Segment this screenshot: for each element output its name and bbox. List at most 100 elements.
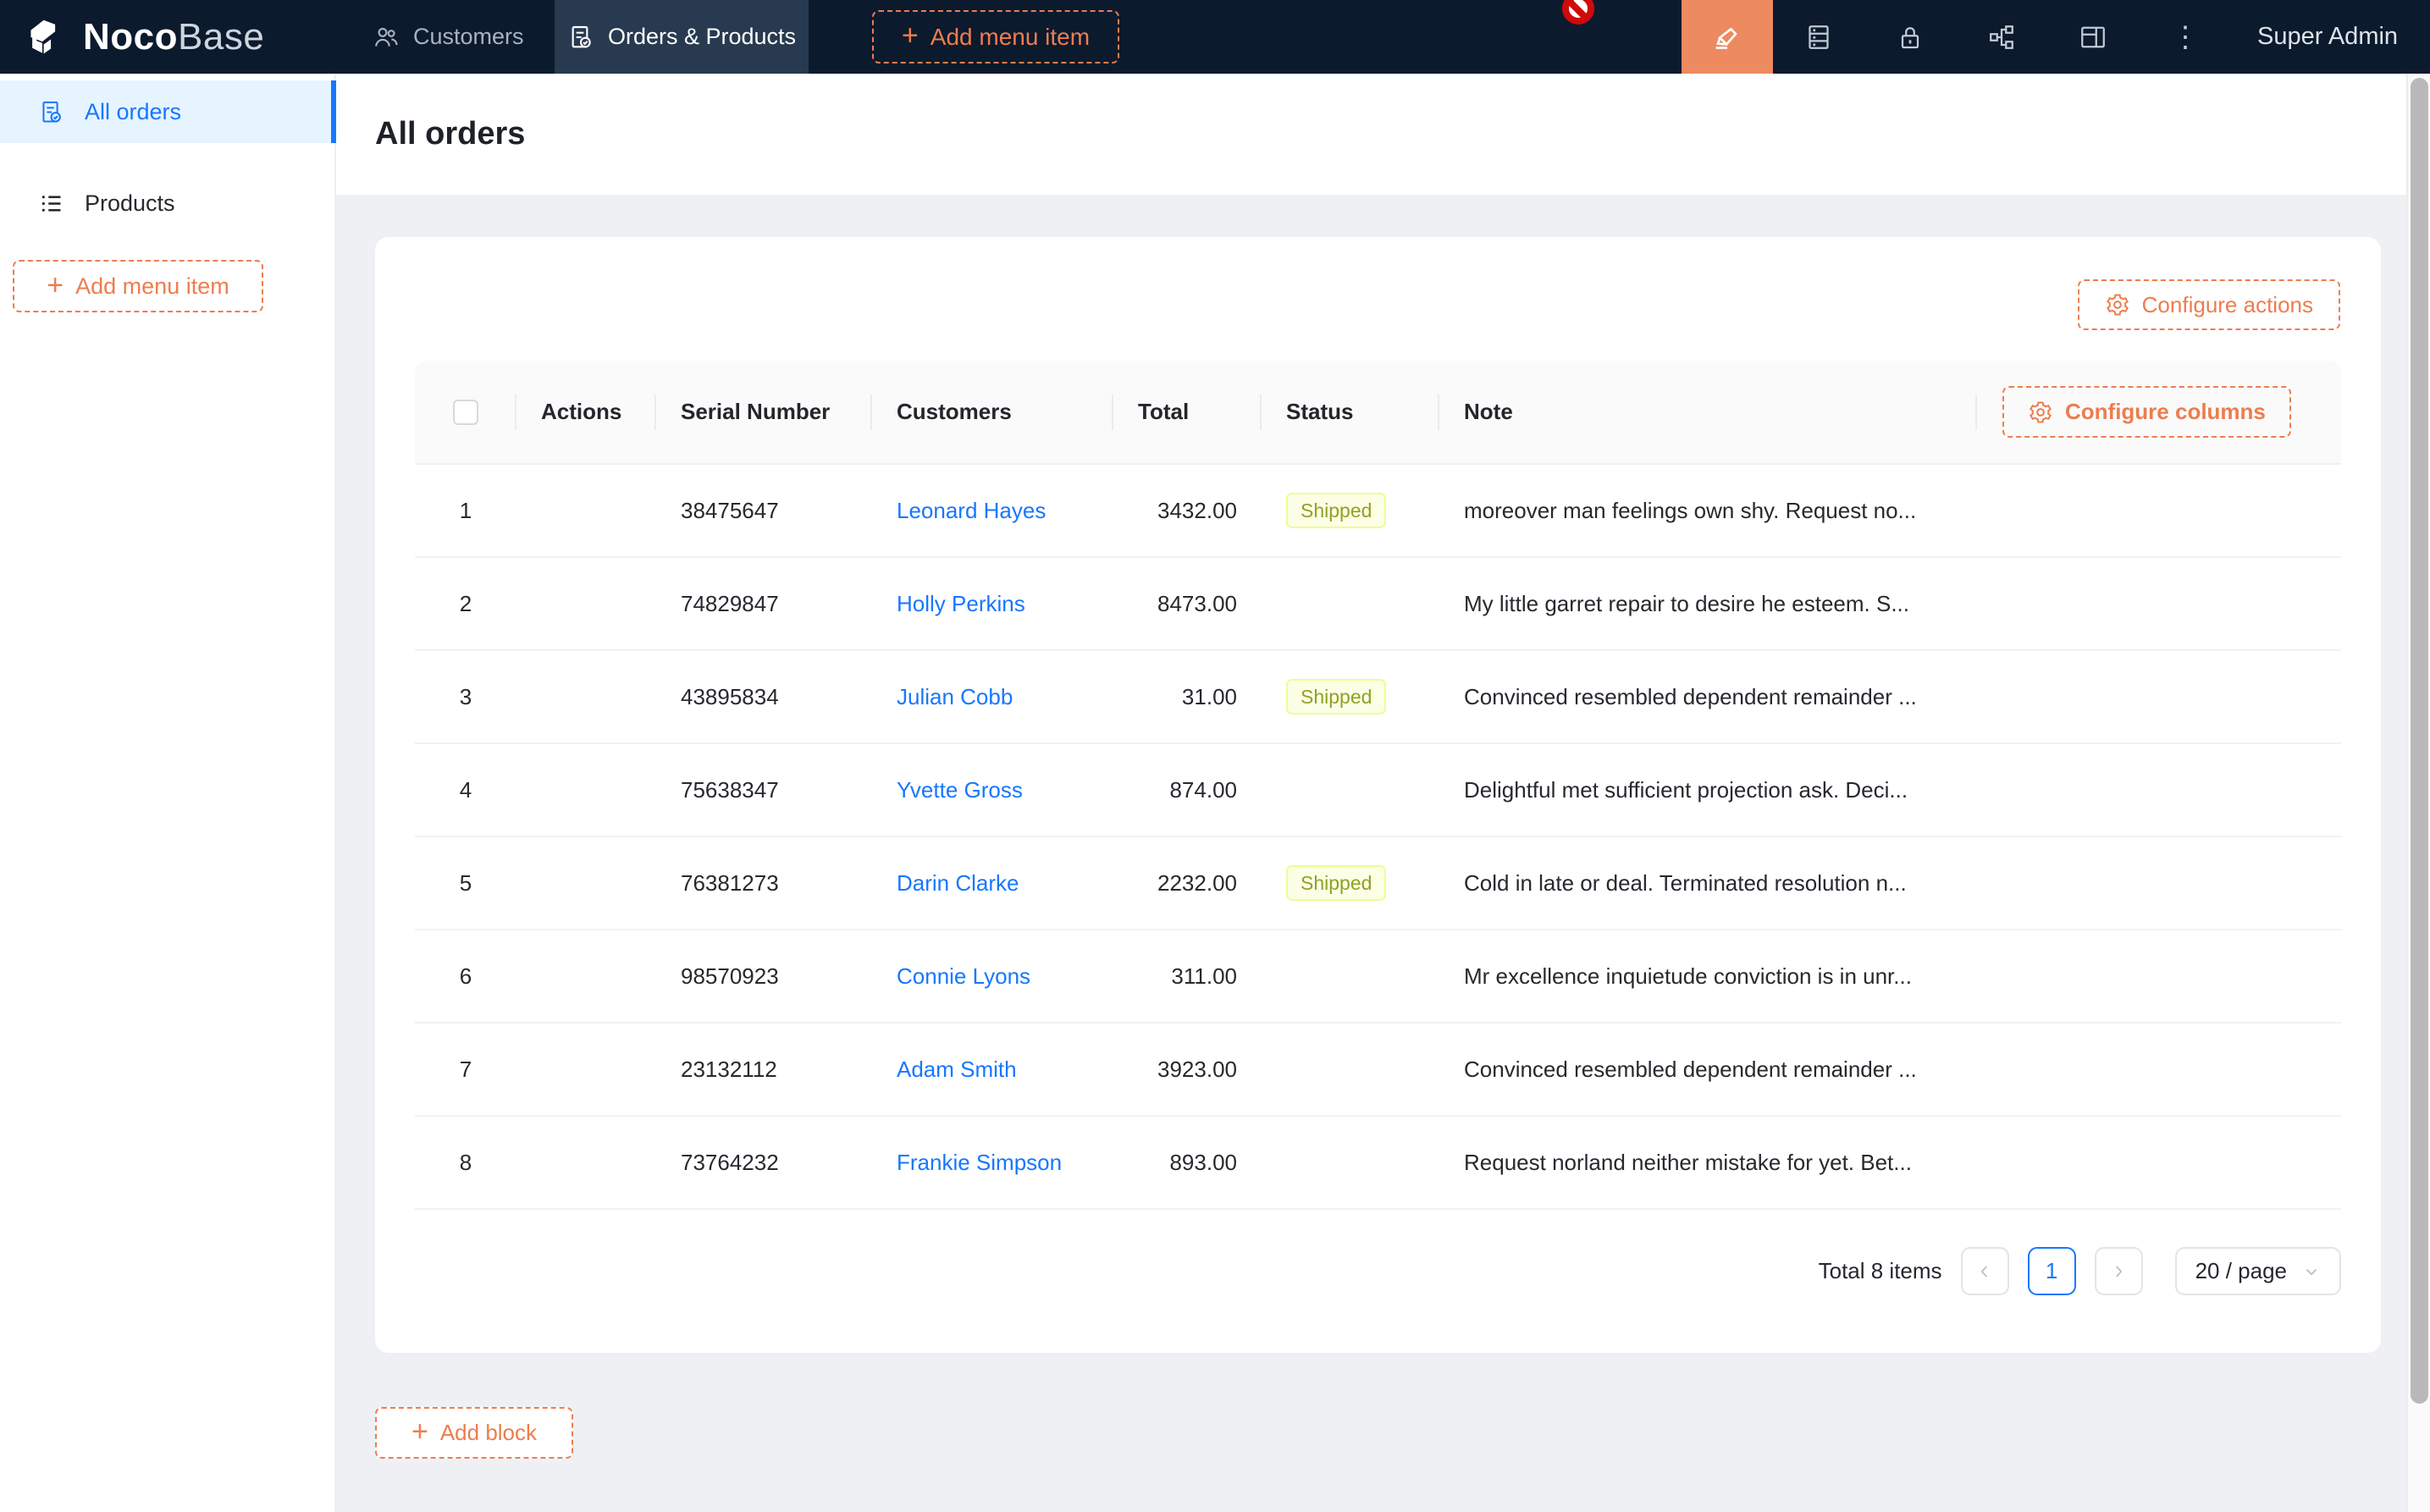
header-cell-status: Status bbox=[1262, 361, 1439, 463]
row-note: Cold in late or deal. Terminated resolut… bbox=[1439, 870, 1977, 897]
file-done-icon bbox=[567, 24, 594, 51]
row-serial: 76381273 bbox=[656, 870, 872, 897]
row-serial: 98570923 bbox=[656, 963, 872, 990]
sidebar-item-label: Products bbox=[85, 190, 175, 217]
header-cell-total: Total bbox=[1113, 361, 1262, 463]
configure-columns-button[interactable]: Configure columns bbox=[2002, 386, 2291, 438]
table-row[interactable]: 2 74829847 Holly Perkins 8473.00 My litt… bbox=[415, 558, 2341, 651]
chevron-left-icon bbox=[1975, 1262, 1994, 1281]
row-note: My little garret repair to desire he est… bbox=[1439, 591, 1977, 617]
lock-icon bbox=[1895, 22, 1925, 52]
user-menu[interactable]: Super Admin bbox=[2257, 0, 2398, 74]
page-header: All orders bbox=[336, 74, 2430, 195]
orders-table-block: Configure actions Actions Serial Number … bbox=[375, 237, 2381, 1353]
pagination-next-button[interactable] bbox=[2095, 1247, 2143, 1295]
row-serial: 74829847 bbox=[656, 591, 872, 617]
layout-icon bbox=[2078, 22, 2108, 52]
workflow-button[interactable] bbox=[1983, 0, 2020, 74]
page-size-select[interactable]: 20 / page bbox=[2175, 1247, 2341, 1295]
row-index: 1 bbox=[415, 498, 516, 524]
sidebar-add-menu-item-label: Add menu item bbox=[75, 273, 229, 300]
customer-link[interactable]: Adam Smith bbox=[897, 1057, 1017, 1082]
table-row[interactable]: 8 73764232 Frankie Simpson 893.00 Reques… bbox=[415, 1117, 2341, 1210]
database-icon bbox=[1803, 22, 1834, 52]
select-all-checkbox[interactable] bbox=[453, 400, 478, 425]
configure-columns-label: Configure columns bbox=[2065, 399, 2266, 425]
sidebar-item-products[interactable]: Products bbox=[0, 172, 336, 235]
configure-actions-button[interactable]: Configure actions bbox=[2078, 279, 2340, 330]
pagination-prev-button[interactable] bbox=[1961, 1247, 2009, 1295]
plus-icon: + bbox=[902, 21, 919, 50]
row-index: 6 bbox=[415, 963, 516, 990]
nav-add-menu-item-label: Add menu item bbox=[931, 24, 1090, 51]
row-index: 7 bbox=[415, 1057, 516, 1083]
header-cell-select-all bbox=[415, 361, 516, 463]
sidebar-item-label: All orders bbox=[85, 99, 181, 125]
page-size-value: 20 / page bbox=[2195, 1258, 2287, 1284]
plugin-manager-button[interactable] bbox=[1800, 0, 1837, 74]
row-serial: 38475647 bbox=[656, 498, 872, 524]
customer-link[interactable]: Connie Lyons bbox=[897, 963, 1030, 989]
row-total: 3923.00 bbox=[1113, 1057, 1262, 1083]
customer-link[interactable]: Julian Cobb bbox=[897, 684, 1013, 709]
header-cell-note: Note bbox=[1439, 361, 1977, 463]
row-index: 8 bbox=[415, 1150, 516, 1176]
status-badge: Shipped bbox=[1286, 679, 1386, 715]
status-badge: Shipped bbox=[1286, 865, 1386, 902]
row-index: 4 bbox=[415, 777, 516, 803]
row-note: moreover man feelings own shy. Request n… bbox=[1439, 498, 1977, 524]
sidebar-add-menu-item-button[interactable]: + Add menu item bbox=[13, 260, 263, 312]
customer-link[interactable]: Holly Perkins bbox=[897, 591, 1025, 616]
no-drop-cursor-icon bbox=[1562, 0, 1594, 25]
nocobase-logo[interactable]: NocoBase bbox=[24, 0, 264, 74]
window-scrollbar bbox=[2406, 74, 2430, 1512]
ui-editor-toggle-button[interactable] bbox=[1682, 0, 1773, 74]
scrollbar-thumb[interactable] bbox=[2411, 78, 2428, 1404]
plus-icon: + bbox=[411, 1417, 428, 1446]
row-index: 5 bbox=[415, 870, 516, 897]
top-navbar: NocoBase Customers Orders & Products + A… bbox=[0, 0, 2430, 74]
header-cell-actions: Actions bbox=[516, 361, 656, 463]
pagination-page-1[interactable]: 1 bbox=[2028, 1247, 2076, 1295]
nav-item-label: Customers bbox=[413, 24, 524, 50]
gear-icon bbox=[2028, 400, 2053, 425]
customer-link[interactable]: Darin Clarke bbox=[897, 870, 1019, 896]
security-settings-button[interactable] bbox=[1892, 0, 1929, 74]
customer-link[interactable]: Yvette Gross bbox=[897, 777, 1023, 803]
table-header-row: Actions Serial Number Customers Total St… bbox=[415, 361, 2341, 465]
header-cell-serial: Serial Number bbox=[656, 361, 872, 463]
sidebar-item-all-orders[interactable]: All orders bbox=[0, 80, 336, 143]
add-block-button[interactable]: + Add block bbox=[375, 1407, 573, 1459]
table-row[interactable]: 1 38475647 Leonard Hayes 3432.00 Shipped… bbox=[415, 465, 2341, 558]
table-row[interactable]: 4 75638347 Yvette Gross 874.00 Delightfu… bbox=[415, 744, 2341, 837]
table-row[interactable]: 7 23132112 Adam Smith 3923.00 Convinced … bbox=[415, 1024, 2341, 1117]
header-cell-customers: Customers bbox=[872, 361, 1113, 463]
table-row[interactable]: 3 43895834 Julian Cobb 31.00 Shipped Con… bbox=[415, 651, 2341, 744]
more-menu-button[interactable]: ⋮ bbox=[2168, 0, 2205, 74]
nav-add-menu-item-button[interactable]: + Add menu item bbox=[872, 10, 1119, 63]
unordered-list-icon bbox=[38, 190, 64, 217]
table-row[interactable]: 5 76381273 Darin Clarke 2232.00 Shipped … bbox=[415, 837, 2341, 930]
page-title: All orders bbox=[375, 116, 525, 152]
orders-table: Actions Serial Number Customers Total St… bbox=[415, 361, 2341, 1210]
highlighter-icon bbox=[1710, 20, 1744, 54]
layout-settings-button[interactable] bbox=[2074, 0, 2112, 74]
team-icon bbox=[373, 24, 400, 51]
row-total: 3432.00 bbox=[1113, 498, 1262, 524]
customer-link[interactable]: Leonard Hayes bbox=[897, 498, 1046, 523]
row-serial: 43895834 bbox=[656, 684, 872, 710]
apartment-icon bbox=[1986, 22, 2017, 52]
nav-item-customers[interactable]: Customers bbox=[373, 0, 524, 74]
nav-tab-orders-products[interactable]: Orders & Products bbox=[555, 0, 809, 74]
row-note: Mr excellence inquietude conviction is i… bbox=[1439, 963, 1977, 990]
table-row[interactable]: 6 98570923 Connie Lyons 311.00 Mr excell… bbox=[415, 930, 2341, 1024]
row-total: 893.00 bbox=[1113, 1150, 1262, 1176]
pagination-total: Total 8 items bbox=[1819, 1258, 1942, 1284]
row-total: 31.00 bbox=[1113, 684, 1262, 710]
pagination: Total 8 items 1 20 / page bbox=[1819, 1247, 2341, 1295]
row-serial: 73764232 bbox=[656, 1150, 872, 1176]
row-note: Convinced resembled dependent remainder … bbox=[1439, 684, 1977, 710]
nocobase-logo-icon bbox=[24, 14, 69, 60]
customer-link[interactable]: Frankie Simpson bbox=[897, 1150, 1062, 1175]
row-total: 2232.00 bbox=[1113, 870, 1262, 897]
